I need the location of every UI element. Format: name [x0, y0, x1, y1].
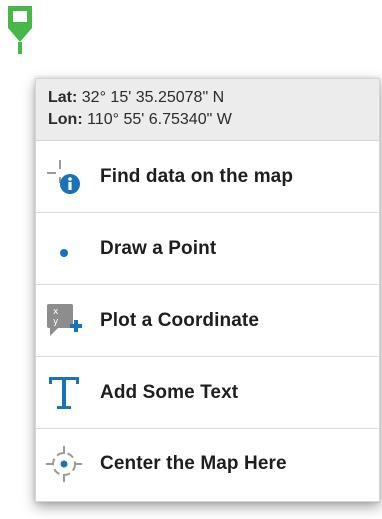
menu-item-draw-point[interactable]: Draw a Point [36, 213, 379, 285]
menu-item-plot-coordinate[interactable]: x y Plot a Coordinate [36, 285, 379, 357]
map-stage[interactable]: Lat: 32° 15' 35.25078" N Lon: 110° 55' 6… [0, 0, 382, 519]
svg-text:x: x [53, 307, 59, 317]
longitude-row: Lon: 110° 55' 6.75340" W [48, 109, 379, 131]
map-context-menu: Lat: 32° 15' 35.25078" N Lon: 110° 55' 6… [35, 78, 380, 502]
menu-item-add-text[interactable]: Add Some Text [36, 357, 379, 429]
map-pin-icon[interactable] [8, 6, 32, 54]
menu-item-find-data[interactable]: Find data on the map [36, 141, 379, 213]
latitude-row: Lat: 32° 15' 35.25078" N [48, 87, 379, 109]
menu-item-label: Center the Map Here [100, 453, 287, 474]
point-dot-icon [42, 227, 86, 271]
latitude-value: 32° 15' 35.25078" N [77, 89, 225, 106]
center-target-icon [42, 442, 86, 486]
latitude-label: Lat: [48, 89, 78, 106]
text-t-icon [42, 371, 86, 415]
svg-text:y: y [53, 317, 59, 327]
menu-item-label: Add Some Text [100, 381, 239, 403]
menu-item-label: Find data on the map [100, 165, 294, 187]
menu-item-label: Plot a Coordinate [100, 309, 259, 331]
menu-item-center-map[interactable]: Center the Map Here [36, 429, 379, 499]
identify-info-icon [42, 155, 86, 199]
coordinate-readout: Lat: 32° 15' 35.25078" N Lon: 110° 55' 6… [36, 79, 379, 141]
plot-coordinate-icon: x y [42, 299, 86, 343]
longitude-label: Lon: [48, 111, 83, 128]
menu-item-label: Draw a Point [100, 237, 217, 259]
longitude-value: 110° 55' 6.75340" W [82, 111, 232, 128]
